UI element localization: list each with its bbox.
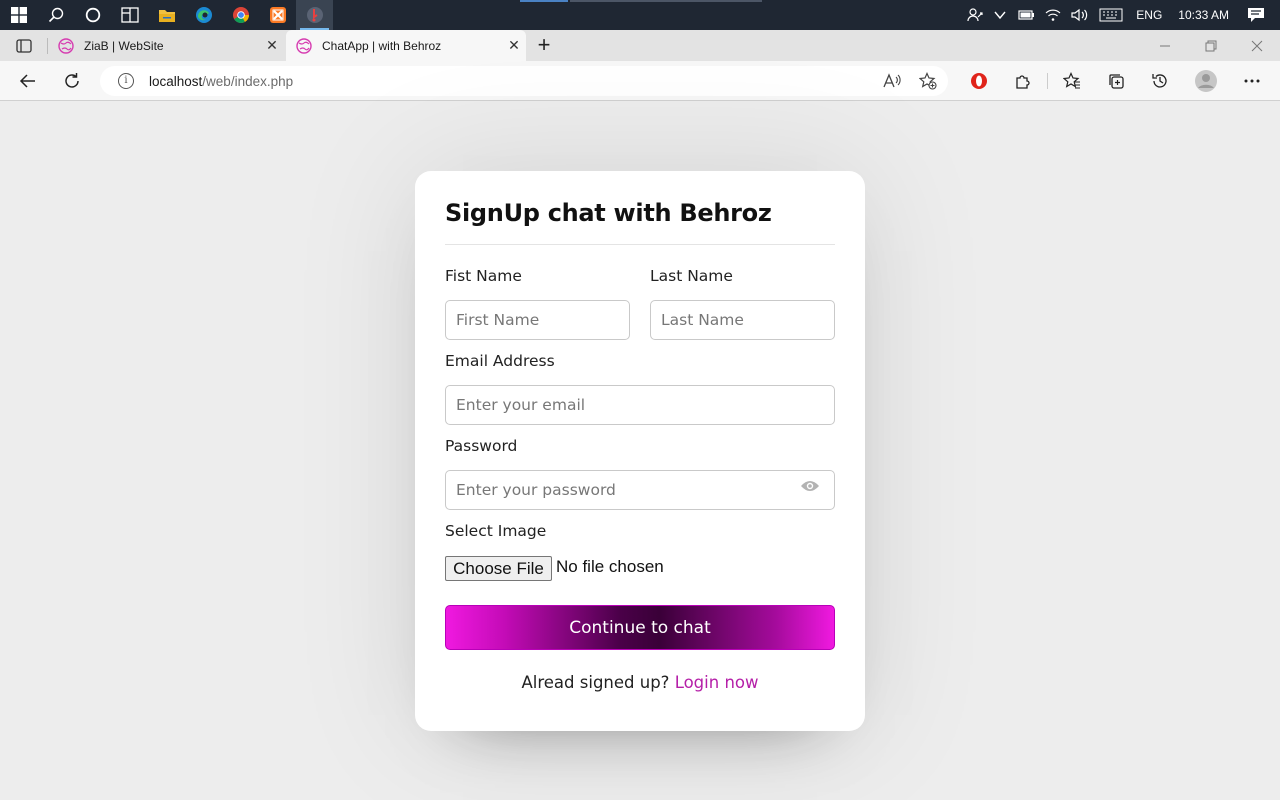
- file-explorer-icon[interactable]: [148, 0, 185, 30]
- info-icon[interactable]: i: [118, 73, 134, 89]
- divider: [445, 244, 835, 245]
- login-prompt-text: Alread signed up?: [521, 673, 670, 692]
- wifi-icon[interactable]: [1040, 8, 1066, 22]
- signup-card: SignUp chat with Behroz Fist Name Last N…: [415, 171, 865, 731]
- globe-favicon-icon: [296, 37, 312, 54]
- email-input[interactable]: [445, 385, 835, 425]
- tab-label: ChatApp | with Behroz: [322, 38, 442, 53]
- tab-actions-icon[interactable]: [12, 37, 36, 55]
- read-aloud-icon[interactable]: [878, 66, 906, 96]
- opera-extension-icon[interactable]: [965, 67, 993, 95]
- chrome-icon[interactable]: [222, 0, 259, 30]
- tab-ziab-website[interactable]: ZiaB | WebSite ✕: [48, 30, 284, 61]
- page-content: SignUp chat with Behroz Fist Name Last N…: [0, 101, 1280, 800]
- minimize-icon[interactable]: [1142, 30, 1188, 61]
- file-status-text: No file chosen: [556, 557, 664, 576]
- keyboard-icon[interactable]: [1094, 8, 1128, 22]
- battery-icon[interactable]: [1012, 9, 1040, 21]
- volume-icon[interactable]: [1066, 8, 1094, 22]
- address-bar-row: i localhost/web/index.php: [0, 61, 1280, 101]
- close-tab-icon[interactable]: ✕: [260, 34, 284, 58]
- password-input[interactable]: [445, 470, 835, 510]
- first-name-label: Fist Name: [445, 267, 522, 285]
- login-prompt: Alread signed up? Login now: [415, 673, 865, 692]
- globe-favicon-icon: [58, 37, 74, 54]
- system-tray: ENG 10:33 AM: [962, 0, 1280, 30]
- clock[interactable]: 10:33 AM: [1170, 8, 1237, 22]
- chevron-up-icon[interactable]: [988, 10, 1012, 20]
- restore-icon[interactable]: [1188, 30, 1234, 61]
- tab-label: ZiaB | WebSite: [84, 38, 164, 53]
- language-indicator[interactable]: ENG: [1128, 8, 1170, 22]
- active-app-icon[interactable]: [296, 0, 333, 30]
- choose-file-button[interactable]: Choose File: [445, 556, 552, 581]
- url-field[interactable]: i localhost/web/index.php: [100, 66, 948, 96]
- more-menu-icon[interactable]: [1238, 67, 1266, 95]
- widgets-icon[interactable]: [111, 0, 148, 30]
- tab-chatapp[interactable]: ChatApp | with Behroz ✕: [286, 30, 526, 61]
- close-tab-icon[interactable]: ✕: [502, 34, 526, 58]
- people-icon[interactable]: [962, 8, 988, 22]
- taskbar-indicator: [520, 0, 762, 2]
- windows-start-icon[interactable]: [0, 0, 37, 30]
- notification-icon[interactable]: [1237, 7, 1280, 23]
- extensions-icon[interactable]: [1009, 67, 1037, 95]
- last-name-label: Last Name: [650, 267, 733, 285]
- eye-icon[interactable]: [800, 478, 820, 494]
- login-link[interactable]: Login now: [675, 673, 759, 692]
- xampp-icon[interactable]: [259, 0, 296, 30]
- image-label: Select Image: [445, 522, 547, 540]
- edge-icon[interactable]: [185, 0, 222, 30]
- back-arrow-icon[interactable]: [14, 67, 42, 95]
- history-icon[interactable]: [1146, 67, 1174, 95]
- url-host: localhost: [149, 73, 203, 89]
- refresh-icon[interactable]: [58, 67, 86, 95]
- continue-to-chat-button[interactable]: Continue to chat: [445, 605, 835, 650]
- last-name-input[interactable]: [650, 300, 835, 340]
- taskbar: ENG 10:33 AM: [0, 0, 1280, 30]
- profile-avatar-icon[interactable]: [1192, 67, 1220, 95]
- url-path: /web/index.php: [202, 73, 294, 89]
- password-label: Password: [445, 437, 518, 455]
- tab-strip: ZiaB | WebSite ✕ ChatApp | with Behroz ✕…: [0, 30, 1280, 61]
- favorites-icon[interactable]: [1058, 67, 1086, 95]
- page-title: SignUp chat with Behroz: [445, 199, 772, 227]
- new-tab-icon[interactable]: +: [532, 32, 556, 57]
- task-view-icon[interactable]: [74, 0, 111, 30]
- add-favorite-icon[interactable]: [914, 66, 942, 96]
- search-icon[interactable]: [37, 0, 74, 30]
- collections-icon[interactable]: [1102, 67, 1130, 95]
- first-name-input[interactable]: [445, 300, 630, 340]
- close-window-icon[interactable]: [1234, 30, 1280, 61]
- email-label: Email Address: [445, 352, 555, 370]
- url-text[interactable]: localhost/web/index.php: [149, 74, 293, 89]
